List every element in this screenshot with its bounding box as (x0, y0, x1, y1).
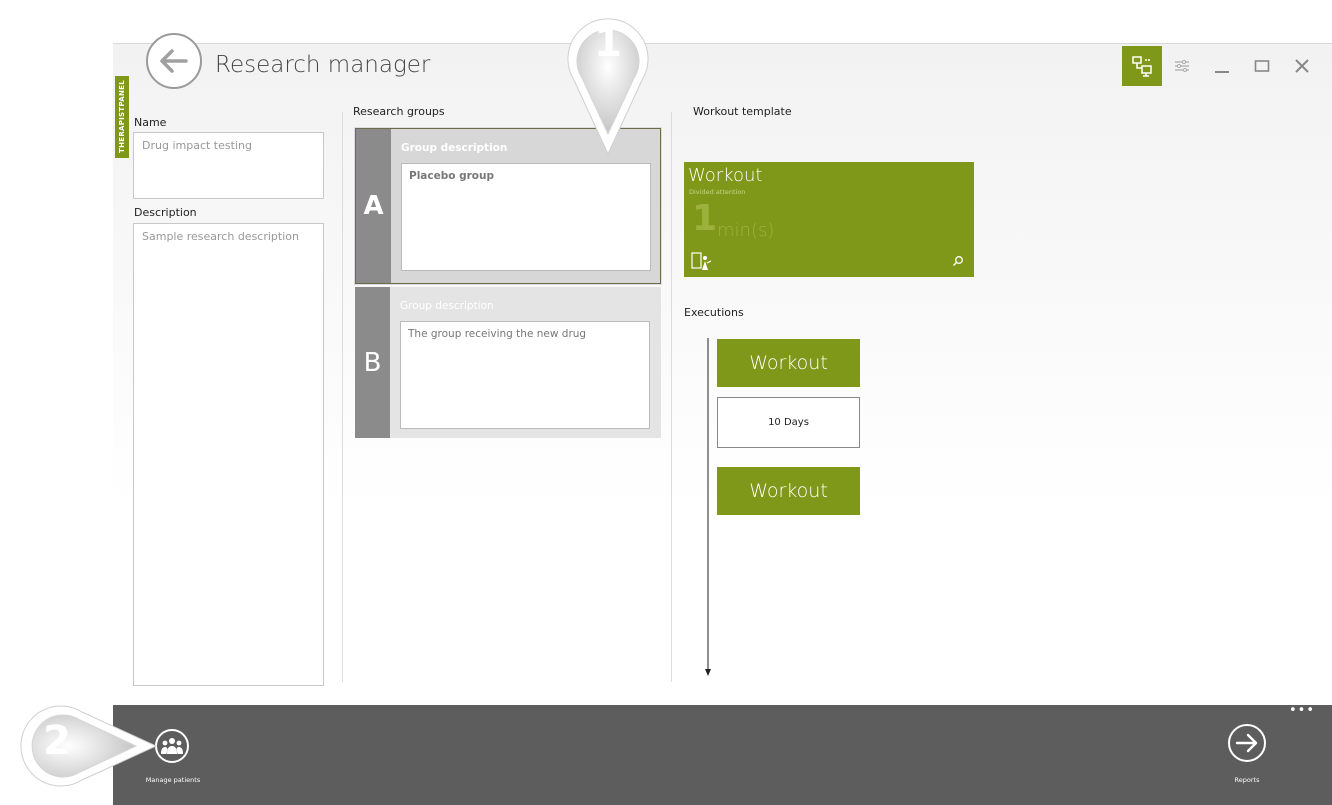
description-field[interactable]: Sample research description (133, 223, 324, 686)
duration-unit: min(s) (717, 220, 775, 241)
window-controls (1122, 46, 1322, 86)
group-card-b[interactable]: B Group description The group receiving … (355, 287, 661, 438)
maximize-button[interactable] (1242, 46, 1282, 86)
close-icon (1295, 59, 1309, 73)
group-letter: A (356, 129, 391, 283)
executions-heading: Executions (684, 306, 744, 319)
reports-label: Reports (1234, 776, 1260, 784)
search-icon[interactable] (952, 255, 964, 267)
workout-template-heading: Workout template (693, 105, 792, 118)
divider (342, 112, 343, 682)
arrow-left-icon (160, 49, 188, 73)
connection-mode-button[interactable] (1122, 46, 1162, 86)
therapist-panel-tab[interactable]: THERAPISTPANEL (115, 76, 129, 158)
research-groups-heading: Research groups (353, 105, 445, 118)
page-title: Research manager (215, 52, 431, 78)
minimize-button[interactable] (1202, 46, 1242, 86)
maximize-icon (1254, 60, 1270, 72)
workout-template-tile[interactable]: Workout Divided attention 1 min(s) (684, 162, 974, 277)
tile-subtitle: Divided attention (689, 188, 746, 196)
description-label: Description (134, 206, 197, 219)
people-group-icon (161, 738, 183, 754)
execution-workout-block[interactable]: Workout (717, 339, 860, 387)
reports-button[interactable] (1228, 724, 1266, 762)
minimize-icon (1215, 71, 1229, 73)
divider (671, 112, 672, 682)
name-field[interactable]: Drug impact testing (133, 132, 324, 199)
callout-number-2: 2 (43, 718, 71, 764)
monitor-network-icon (1132, 56, 1152, 77)
name-label: Name (134, 116, 167, 129)
callout-number-1: 1 (594, 20, 622, 66)
execution-interval[interactable]: 10 Days (717, 397, 860, 448)
settings-sliders-button[interactable] (1162, 46, 1202, 86)
more-options-button[interactable]: ••• (1289, 703, 1315, 718)
group-description-field[interactable]: The group receiving the new drug (400, 321, 650, 429)
group-description-field[interactable]: Placebo group (401, 163, 651, 271)
patient-therapist-icon (691, 252, 712, 270)
group-description-label: Group description (401, 142, 508, 154)
group-letter: B (355, 287, 390, 438)
timeline-arrow (705, 338, 711, 676)
close-button[interactable] (1282, 46, 1322, 86)
arrow-right-icon (1235, 733, 1258, 753)
tile-title: Workout (688, 165, 763, 186)
back-button[interactable] (146, 33, 202, 89)
execution-workout-block[interactable]: Workout (717, 467, 860, 515)
group-description-label: Group description (400, 300, 494, 312)
callout-pin-2 (20, 705, 158, 787)
bottom-app-bar (113, 705, 1332, 805)
duration-value: 1 (692, 198, 718, 239)
sliders-icon (1175, 60, 1189, 72)
